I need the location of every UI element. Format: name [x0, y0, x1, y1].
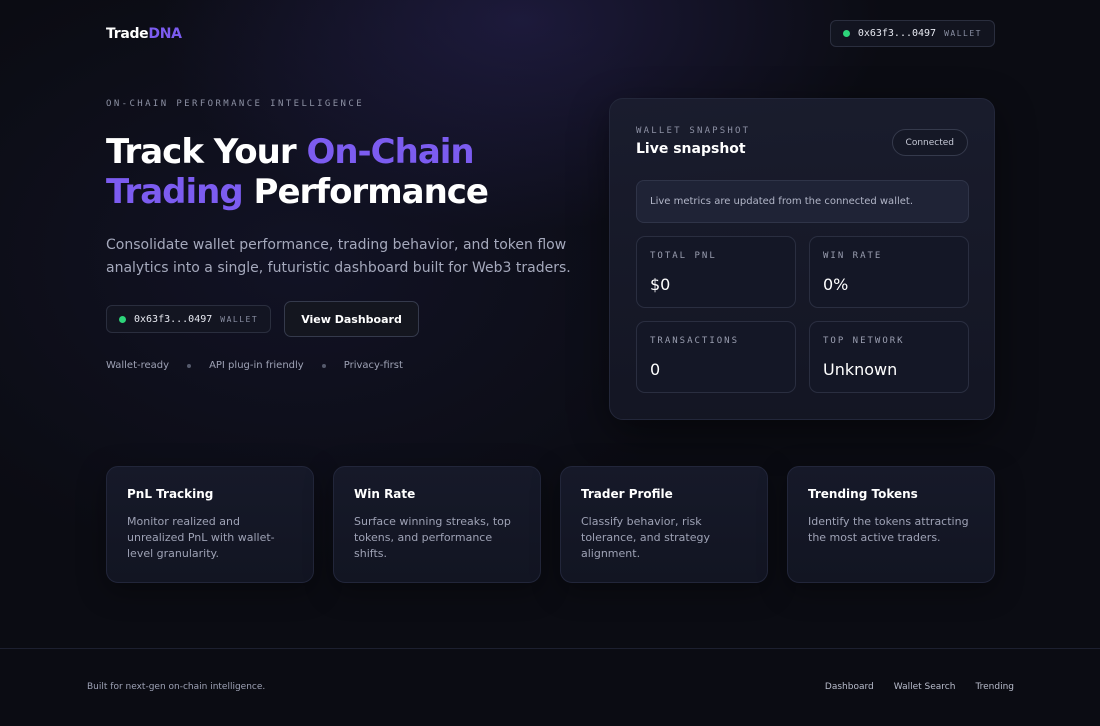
- connection-status-badge: Connected: [891, 129, 968, 156]
- hero-description: Consolidate wallet performance, trading …: [106, 237, 571, 276]
- snapshot-title: Live snapshot: [636, 141, 746, 157]
- footer-link-dashboard[interactable]: Dashboard: [825, 682, 874, 692]
- metric-value: 0%: [823, 275, 849, 294]
- card-description: Classify behavior, risk tolerance, and s…: [581, 515, 710, 560]
- footer-note: Built for next-gen on-chain intelligence…: [87, 682, 266, 692]
- header-wallet-button[interactable]: 0x63f3...0497 WALLET: [829, 20, 995, 47]
- footer: Built for next-gen on-chain intelligence…: [0, 648, 1100, 726]
- feature-card-pnl-tracking: PnL Tracking Monitor realized and unreal…: [106, 466, 314, 583]
- feature-card-trader-profile: Trader Profile Classify behavior, risk t…: [560, 466, 768, 583]
- logo-text: Trade: [106, 25, 149, 42]
- logo[interactable]: TradeDNA: [106, 26, 182, 42]
- hero-title-part1: Track Your: [106, 132, 307, 172]
- metric-transactions: TRANSACTIONS 0: [636, 321, 796, 393]
- hero-wallet-button[interactable]: 0x63f3...0497 WALLET: [106, 305, 272, 333]
- metric-top-network: TOP NETWORK Unknown: [809, 321, 969, 393]
- hero-title-highlight2: Trading: [106, 172, 244, 212]
- wallet-snapshot-panel: WALLET SNAPSHOT Live snapshot Connected …: [609, 98, 995, 420]
- logo-accent: DNA: [148, 25, 182, 42]
- card-description: Surface winning streaks, top tokens, and…: [354, 515, 511, 560]
- status-dot-icon: [842, 30, 850, 37]
- card-title: Win Rate: [354, 487, 416, 501]
- separator-dot: [321, 363, 326, 368]
- footer-link-wallet-search[interactable]: Wallet Search: [894, 682, 956, 692]
- separator-dot: [187, 363, 192, 368]
- snapshot-eyebrow: WALLET SNAPSHOT: [636, 126, 751, 136]
- feature-tag: Wallet-ready: [106, 360, 170, 371]
- hero-title-highlight1: On-Chain: [306, 132, 474, 172]
- feature-cards: PnL Tracking Monitor realized and unreal…: [106, 466, 995, 583]
- metric-label: TRANSACTIONS: [650, 336, 740, 346]
- wallet-label: WALLET: [944, 29, 982, 38]
- metric-label: WIN RATE: [823, 251, 883, 261]
- hero-eyebrow: ON-CHAIN PERFORMANCE INTELLIGENCE: [106, 99, 365, 109]
- wallet-label: WALLET: [220, 314, 259, 324]
- snapshot-notice: Live metrics are updated from the connec…: [636, 180, 969, 223]
- status-dot-icon: [119, 315, 126, 323]
- footer-nav: Dashboard Wallet Search Trending: [825, 682, 1014, 692]
- hero-title: Track Your On-Chain Trading Performance: [106, 132, 606, 212]
- metric-label: TOP NETWORK: [823, 336, 905, 346]
- metric-label: TOTAL PNL: [650, 251, 717, 261]
- hero-actions: 0x63f3...0497 WALLET View Dashboard: [106, 301, 419, 337]
- hero-title-part2: Performance: [242, 172, 489, 212]
- wallet-address: 0x63f3...0497: [857, 28, 937, 39]
- view-dashboard-button[interactable]: View Dashboard: [284, 301, 419, 337]
- metric-total-pnl: TOTAL PNL $0: [636, 236, 796, 308]
- footer-link-trending[interactable]: Trending: [975, 682, 1014, 692]
- metric-value: Unknown: [823, 360, 898, 379]
- hero-feature-list: Wallet-ready API plug-in friendly Privac…: [106, 360, 403, 371]
- card-title: PnL Tracking: [127, 487, 214, 501]
- feature-tag: API plug-in friendly: [209, 360, 304, 371]
- feature-card-trending-tokens: Trending Tokens Identify the tokens attr…: [787, 466, 995, 583]
- feature-tag: Privacy-first: [343, 360, 403, 371]
- feature-card-win-rate: Win Rate Surface winning streaks, top to…: [333, 466, 541, 583]
- top-header: TradeDNA 0x63f3...0497 WALLET: [106, 20, 995, 47]
- card-title: Trader Profile: [581, 487, 673, 501]
- card-description: Monitor realized and unrealized PnL with…: [127, 515, 275, 560]
- card-title: Trending Tokens: [808, 487, 918, 501]
- card-description: Identify the tokens attracting the most …: [808, 515, 969, 544]
- metric-value: $0: [650, 275, 671, 294]
- wallet-address: 0x63f3...0497: [134, 313, 213, 325]
- metric-win-rate: WIN RATE 0%: [809, 236, 969, 308]
- metric-value: 0: [650, 360, 661, 379]
